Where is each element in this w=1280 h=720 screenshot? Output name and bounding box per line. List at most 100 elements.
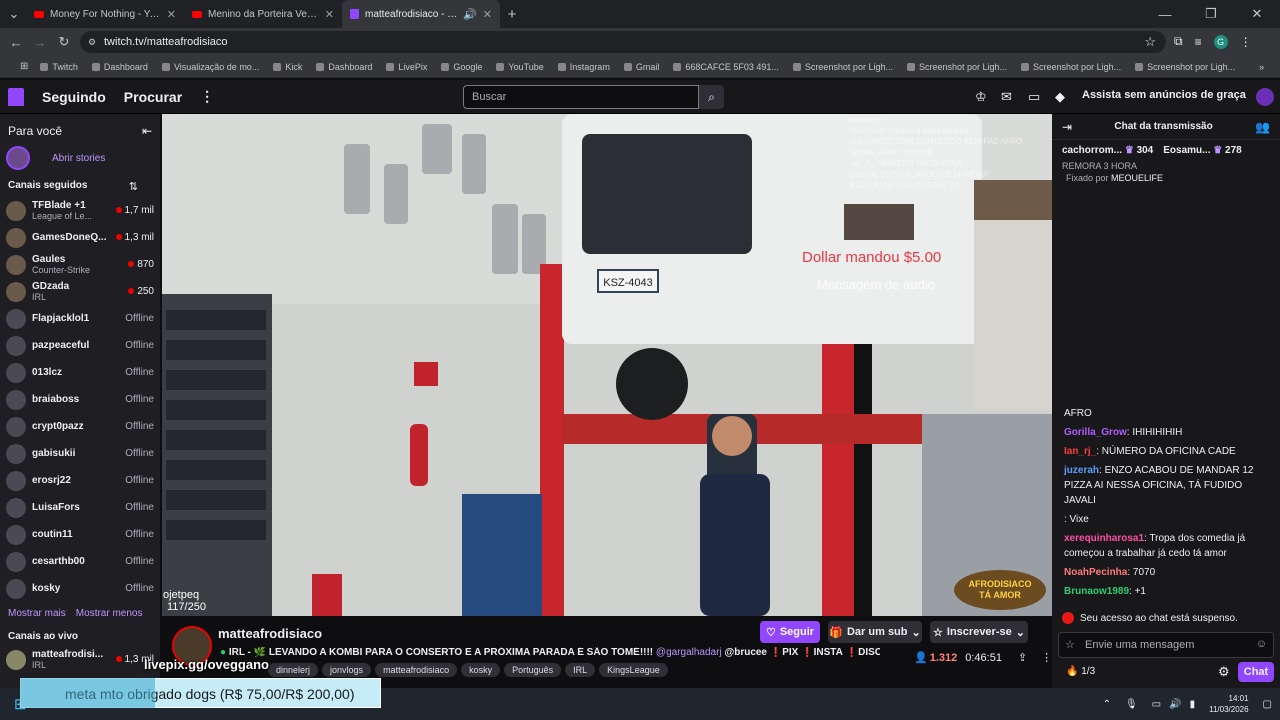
reload-icon[interactable]: ↻ (52, 34, 76, 50)
bits-icon[interactable]: ◆ (1055, 89, 1065, 105)
live-channel-row[interactable]: matteafrodisi... IRL 1,3 mil (0, 646, 160, 673)
bookmark-item[interactable]: LivePix (386, 62, 427, 72)
gift-sub-button[interactable]: 🎁 Dar um sub ⌄ (828, 621, 922, 643)
sort-icon[interactable]: ⇅ (129, 180, 138, 193)
close-tab-icon[interactable]: ✕ (325, 8, 334, 21)
extensions-icon[interactable]: ⧉ (1174, 34, 1183, 49)
pix-link[interactable]: PIX (782, 647, 798, 658)
channel-points[interactable]: 🔥 1/3 (1066, 666, 1095, 677)
nav-following[interactable]: Seguindo (42, 89, 106, 105)
show-more-link[interactable]: Mostrar mais (8, 608, 66, 619)
bookmark-item[interactable]: Google (441, 62, 482, 72)
chat-username[interactable]: NoahPecinha (1064, 567, 1127, 578)
profile-avatar[interactable]: G (1213, 34, 1228, 49)
more-options-icon[interactable]: ⋮ (200, 88, 214, 105)
bookmark-item[interactable]: Instagram (557, 62, 610, 72)
media-icon[interactable]: ≡ (1195, 35, 1202, 49)
chat-emote-icon[interactable]: ☆ (1065, 638, 1075, 651)
chat-message[interactable]: Ian_rj_: NÚMERO DA OFICINA CADE (1052, 442, 1280, 461)
sidebar-channel-item[interactable]: braiaboss Offline (0, 386, 160, 413)
bookmark-item[interactable]: Screenshot por Ligh... (1021, 62, 1121, 72)
whispers-icon[interactable]: ▭ (1028, 89, 1040, 105)
browser-tab-active[interactable]: matteafrodisiaco - Twitch 🔊 ✕ (342, 0, 500, 28)
discord-link[interactable]: DISCORD (858, 647, 880, 658)
collapse-icon[interactable]: ⇤ (142, 124, 152, 138)
chat-username[interactable]: Ian_rj_ (1064, 446, 1096, 457)
battery-icon[interactable]: ▮ (1190, 699, 1196, 710)
tray-up-icon[interactable]: ⌃ (1103, 699, 1111, 710)
menu-icon[interactable]: ⋮ (1240, 35, 1252, 49)
insta-link[interactable]: INSTA (814, 647, 843, 658)
chat-username[interactable]: Gorilla_Grow (1064, 427, 1127, 438)
sidebar-channel-item[interactable]: crypt0pazz Offline (0, 413, 160, 440)
tab-list-icon[interactable]: ⌄ (2, 6, 26, 22)
browser-tab[interactable]: Money For Nothing - YouTube ✕ (26, 0, 184, 28)
bookmark-item[interactable]: Screenshot por Ligh... (792, 62, 893, 72)
chat-send-button[interactable]: Chat (1238, 662, 1274, 682)
chat-message[interactable]: NoahPecinha: 7070 (1052, 563, 1280, 582)
bookmark-item[interactable]: Twitch (40, 62, 78, 72)
sidebar-channel-item[interactable]: GamesDoneQ... 1,3 mil (0, 224, 160, 251)
maximize-icon[interactable]: ❐ (1188, 6, 1234, 22)
chat-message[interactable]: : Vixe (1052, 510, 1280, 529)
site-info-icon[interactable]: ⚙ (88, 37, 96, 48)
sidebar-channel-item[interactable]: erosrj22 Offline (0, 467, 160, 494)
new-tab-icon[interactable]: + (500, 6, 524, 23)
bookmark-item[interactable]: Dashboard (316, 62, 372, 72)
users-icon[interactable]: 👥 (1255, 120, 1270, 134)
bookmark-item[interactable]: YouTube (496, 62, 544, 72)
mention-link-2[interactable]: @brucee (724, 647, 767, 658)
sidebar-channel-item[interactable]: GDzada IRL 250 (0, 278, 160, 305)
sidebar-channel-item[interactable]: TFBlade +1 League of Le... 1,7 mil (0, 197, 160, 224)
minimize-icon[interactable]: — (1142, 7, 1188, 22)
more-bookmarks-icon[interactable]: » (1259, 62, 1264, 72)
subscribe-button[interactable]: ☆ Inscrever-se ⌄ (930, 621, 1028, 643)
chat-message[interactable]: juzerah: ENZO ACABOU DE MANDAR 12 PIZZA … (1052, 461, 1280, 510)
bookmark-star-icon[interactable]: ☆ (1144, 34, 1156, 50)
stream-tag[interactable]: kosky (461, 663, 501, 677)
bookmark-item[interactable]: Kick (273, 62, 302, 72)
chat-username[interactable]: juzerah (1064, 465, 1099, 476)
clock-date[interactable]: 11/03/2026 (1209, 704, 1248, 715)
notifications-icon[interactable]: ▢ (1263, 699, 1272, 710)
sidebar-channel-item[interactable]: coutin11 Offline (0, 521, 160, 548)
prime-crown-icon[interactable]: ♔ (975, 89, 987, 105)
stories-link[interactable]: Abrir stories (52, 153, 105, 164)
inbox-icon[interactable]: ✉ (1001, 89, 1012, 105)
follow-button[interactable]: ♡ Seguir (760, 621, 820, 643)
stream-tag[interactable]: jonvlogs (322, 663, 372, 677)
chat-username[interactable]: xerequinharosa1 (1064, 533, 1144, 544)
chat-message[interactable]: Brunaow1989: +1 (1052, 582, 1280, 601)
chat-username[interactable]: Brunaow1989 (1064, 586, 1129, 597)
user-avatar[interactable] (1256, 88, 1274, 106)
url-input[interactable]: ⚙ twitch.tv/matteafrodisiaco ☆ (80, 31, 1166, 53)
sidebar-channel-item[interactable]: Flapjacklol1 Offline (0, 305, 160, 332)
sidebar-channel-item[interactable]: LuisaFors Offline (0, 494, 160, 521)
close-window-icon[interactable]: ✕ (1234, 6, 1280, 22)
back-icon[interactable]: ← (4, 35, 28, 50)
chat-message[interactable]: AFRO (1052, 404, 1280, 423)
stream-tag[interactable]: Português (504, 663, 562, 677)
sidebar-channel-item[interactable]: Gaules Counter-Strike 870 (0, 251, 160, 278)
collapse-chat-icon[interactable]: ⇥ (1062, 120, 1072, 134)
bookmark-item[interactable]: Screenshot por Ligh... (906, 62, 1007, 72)
search-input[interactable]: Buscar (463, 85, 699, 109)
chat-message-input[interactable]: ☆ Envie uma mensagem ☺ (1058, 632, 1274, 658)
stream-tag[interactable]: dinnelerj (268, 663, 319, 677)
sidebar-channel-item[interactable]: cesarthb00 Offline (0, 548, 160, 575)
sidebar-channel-item[interactable]: gabisukii Offline (0, 440, 160, 467)
chat-message[interactable]: Gorilla_Grow: IHIHIHIHIH (1052, 423, 1280, 442)
emoji-icon[interactable]: ☺ (1256, 638, 1267, 650)
more-icon[interactable]: ⋮ (1041, 651, 1052, 664)
channel-name[interactable]: matteafrodisiaco (218, 626, 322, 641)
stories-row[interactable]: Abrir stories (0, 144, 160, 172)
audio-icon[interactable]: 🔊 (463, 8, 477, 21)
video-player[interactable]: KSZ-4043 endereço choncera: chegou a papa… (162, 114, 1052, 616)
volume-icon[interactable]: 🔊 (1169, 699, 1181, 710)
mention-link[interactable]: @gargalhadarj (656, 647, 722, 658)
nav-browse[interactable]: Procurar (124, 89, 182, 105)
browser-tab[interactable]: Menino da Porteira Versão Dire ✕ (184, 0, 342, 28)
chat-settings-icon[interactable]: ⚙ (1218, 664, 1230, 680)
bookmark-item[interactable]: Gmail (623, 62, 659, 72)
stream-tag[interactable]: KingsLeague (599, 663, 668, 677)
